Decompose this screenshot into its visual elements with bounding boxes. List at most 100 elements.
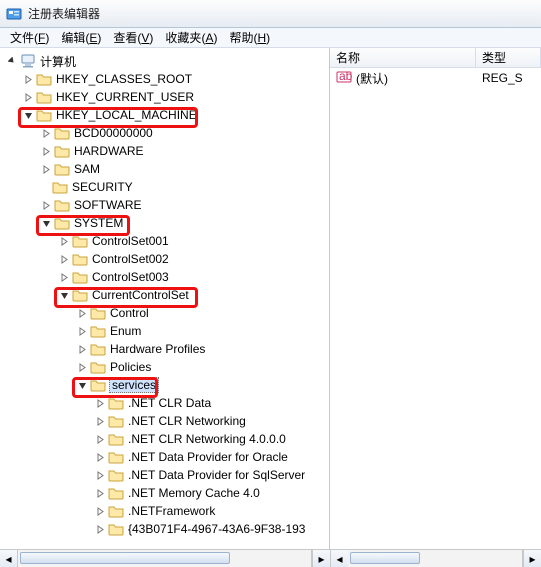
svg-text:ab: ab	[339, 70, 352, 83]
tree-item-hklm[interactable]: HKEY_LOCAL_MACHINE	[2, 106, 330, 124]
expand-toggle[interactable]	[94, 505, 106, 517]
scroll-left-button[interactable]: ◂	[330, 550, 348, 567]
tree-item-policies[interactable]: Policies	[2, 358, 330, 376]
collapse-toggle[interactable]	[58, 289, 70, 301]
folder-icon	[72, 252, 88, 266]
expand-toggle[interactable]	[76, 325, 88, 337]
tree-hscroll-track[interactable]	[18, 550, 312, 567]
value-row-default[interactable]: ab (默认) REG_S	[330, 68, 541, 86]
scroll-left-button[interactable]: ◂	[0, 550, 18, 567]
tree-item-control[interactable]: Control	[2, 304, 330, 322]
expand-toggle[interactable]	[94, 397, 106, 409]
folder-icon	[108, 432, 124, 446]
folder-icon	[52, 180, 68, 194]
folder-icon	[54, 198, 70, 212]
tree-item-bcd[interactable]: BCD00000000	[2, 124, 330, 142]
col-header-name[interactable]: 名称	[330, 48, 476, 67]
expand-toggle[interactable]	[40, 163, 52, 175]
tree-label: ControlSet001	[91, 234, 170, 248]
menu-help[interactable]: 帮助(H)	[225, 28, 274, 47]
tree-label: SOFTWARE	[73, 198, 143, 212]
expand-toggle[interactable]	[40, 199, 52, 211]
tree-label: HKEY_CURRENT_USER	[55, 90, 195, 104]
scroll-thumb[interactable]	[20, 552, 230, 564]
expand-toggle[interactable]	[94, 451, 106, 463]
scroll-right-button[interactable]: ▸	[523, 550, 541, 567]
expand-toggle[interactable]	[6, 55, 18, 67]
collapse-toggle[interactable]	[40, 217, 52, 229]
expand-toggle[interactable]	[22, 91, 34, 103]
tree-item-currentcontrolset[interactable]: CurrentControlSet	[2, 286, 330, 304]
tree-label: BCD00000000	[73, 126, 154, 140]
expand-toggle[interactable]	[76, 343, 88, 355]
tree-item-service[interactable]: .NET CLR Networking 4.0.0.0	[2, 430, 330, 448]
tree-root-computer[interactable]: 计算机	[2, 52, 330, 70]
tree-label: .NET CLR Networking 4.0.0.0	[127, 432, 287, 446]
tree-label: ControlSet003	[91, 270, 170, 284]
expand-toggle[interactable]	[94, 523, 106, 535]
tree-item-cs001[interactable]: ControlSet001	[2, 232, 330, 250]
tree-item-sam[interactable]: SAM	[2, 160, 330, 178]
values-pane: 名称 类型 ab (默认) REG_S	[330, 48, 541, 549]
expand-toggle[interactable]	[22, 73, 34, 85]
expand-toggle[interactable]	[94, 487, 106, 499]
folder-icon	[72, 270, 88, 284]
expand-toggle[interactable]	[94, 433, 106, 445]
folder-icon	[36, 90, 52, 104]
tree-label: Hardware Profiles	[109, 342, 206, 356]
tree-item-cs002[interactable]: ControlSet002	[2, 250, 330, 268]
expand-toggle[interactable]	[40, 127, 52, 139]
folder-icon	[54, 126, 70, 140]
tree-item-hkcr[interactable]: HKEY_CLASSES_ROOT	[2, 70, 330, 88]
expand-toggle[interactable]	[94, 415, 106, 427]
expand-toggle[interactable]	[58, 271, 70, 283]
tree-item-security[interactable]: SECURITY	[2, 178, 330, 196]
scroll-thumb[interactable]	[350, 552, 420, 564]
value-type: REG_S	[482, 71, 523, 85]
tree-label: 计算机	[39, 53, 77, 70]
expand-toggle[interactable]	[76, 307, 88, 319]
values-hscroll-track[interactable]	[348, 550, 523, 567]
tree-item-cs003[interactable]: ControlSet003	[2, 268, 330, 286]
folder-icon	[108, 522, 124, 536]
folder-icon	[90, 342, 106, 356]
tree-item-enum[interactable]: Enum	[2, 322, 330, 340]
menu-file[interactable]: 文件(F)	[6, 28, 53, 47]
folder-icon	[90, 360, 106, 374]
tree-item-hardware[interactable]: HARDWARE	[2, 142, 330, 160]
menu-edit[interactable]: 编辑(E)	[57, 28, 105, 47]
menu-view[interactable]: 查看(V)	[109, 28, 157, 47]
expand-toggle[interactable]	[40, 145, 52, 157]
tree-item-service[interactable]: .NET CLR Data	[2, 394, 330, 412]
expand-toggle[interactable]	[58, 235, 70, 247]
horizontal-scrollbars: ◂ ▸ ◂ ▸	[0, 549, 541, 567]
tree-item-service[interactable]: .NET Memory Cache 4.0	[2, 484, 330, 502]
tree-label: Policies	[109, 360, 152, 374]
tree-item-service[interactable]: {43B071F4-4967-43A6-9F38-193	[2, 520, 330, 538]
collapse-toggle[interactable]	[76, 379, 88, 391]
tree-label: HKEY_CLASSES_ROOT	[55, 72, 193, 86]
scroll-right-button[interactable]: ▸	[312, 550, 330, 567]
tree-item-service[interactable]: .NETFramework	[2, 502, 330, 520]
tree-item-service[interactable]: .NET Data Provider for SqlServer	[2, 466, 330, 484]
expand-toggle[interactable]	[94, 469, 106, 481]
tree-item-service[interactable]: .NET Data Provider for Oracle	[2, 448, 330, 466]
tree-item-system[interactable]: SYSTEM	[2, 214, 330, 232]
folder-icon	[108, 504, 124, 518]
col-header-type[interactable]: 类型	[476, 48, 541, 67]
computer-icon	[20, 54, 36, 68]
tree-item-services[interactable]: services	[2, 376, 330, 394]
tree-label: .NET Data Provider for Oracle	[127, 450, 289, 464]
expand-toggle[interactable]	[58, 253, 70, 265]
registry-tree[interactable]: 计算机 HKEY_CLASSES_ROOT HKEY_CURRENT_USER	[0, 48, 329, 542]
tree-item-hardware-profiles[interactable]: Hardware Profiles	[2, 340, 330, 358]
tree-label: SECURITY	[71, 180, 134, 194]
tree-item-software[interactable]: SOFTWARE	[2, 196, 330, 214]
expand-toggle[interactable]	[76, 361, 88, 373]
content-area: 计算机 HKEY_CLASSES_ROOT HKEY_CURRENT_USER	[0, 48, 541, 549]
tree-item-service[interactable]: .NET CLR Networking	[2, 412, 330, 430]
collapse-toggle[interactable]	[22, 109, 34, 121]
menu-favorites[interactable]: 收藏夹(A)	[161, 28, 221, 47]
tree-label: {43B071F4-4967-43A6-9F38-193	[127, 522, 306, 536]
tree-item-hkcu[interactable]: HKEY_CURRENT_USER	[2, 88, 330, 106]
